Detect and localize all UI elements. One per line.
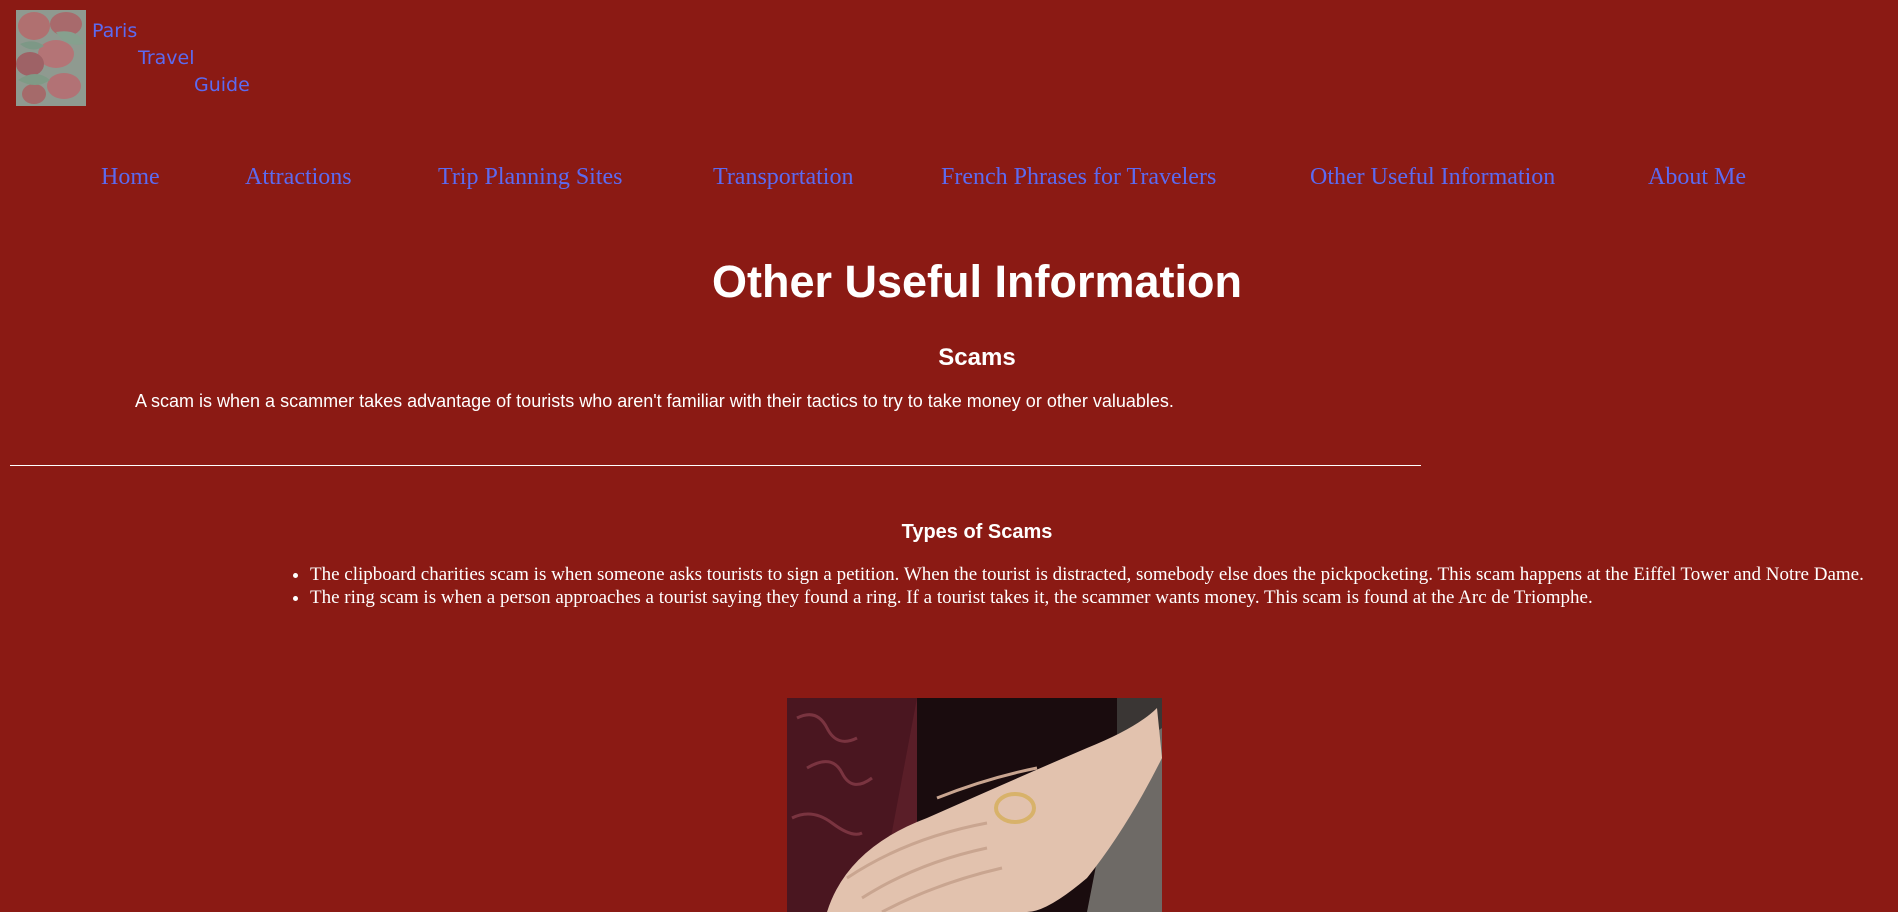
logo-image[interactable]: [16, 10, 86, 106]
ring-scam-photo: [787, 698, 1162, 912]
hand-holding-ring-illustration: [787, 698, 1162, 912]
scams-heading: Scams: [938, 344, 1016, 371]
list-item-clipboard-scam: The clipboard charities scam is when som…: [310, 563, 1898, 586]
section-divider: [10, 465, 1421, 466]
nav-link-attractions[interactable]: Attractions: [245, 164, 352, 191]
nav-link-home[interactable]: Home: [101, 164, 160, 191]
macarons-illustration: [16, 10, 86, 106]
nav-link-other-useful-information[interactable]: Other Useful Information: [1310, 164, 1555, 191]
nav-link-trip-planning-sites[interactable]: Trip Planning Sites: [438, 164, 623, 191]
logo-line-guide: Guide: [194, 74, 250, 96]
nav-link-transportation[interactable]: Transportation: [713, 164, 853, 191]
list-item-ring-scam: The ring scam is when a person approache…: [310, 586, 1898, 609]
scam-types-list: The clipboard charities scam is when som…: [270, 563, 1898, 609]
nav-link-french-phrases[interactable]: French Phrases for Travelers: [941, 164, 1216, 191]
logo-line-travel: Travel: [138, 47, 195, 69]
site-logo-text[interactable]: Paris Travel Guide: [92, 18, 250, 99]
main-nav: Home Attractions Trip Planning Sites Tra…: [0, 164, 1898, 200]
logo-line-paris: Paris: [92, 20, 138, 42]
scams-description: A scam is when a scammer takes advantage…: [135, 391, 1174, 411]
page-title: Other Useful Information: [711, 256, 1243, 307]
nav-link-about-me[interactable]: About Me: [1648, 164, 1746, 191]
types-of-scams-heading: Types of Scams: [901, 521, 1053, 543]
